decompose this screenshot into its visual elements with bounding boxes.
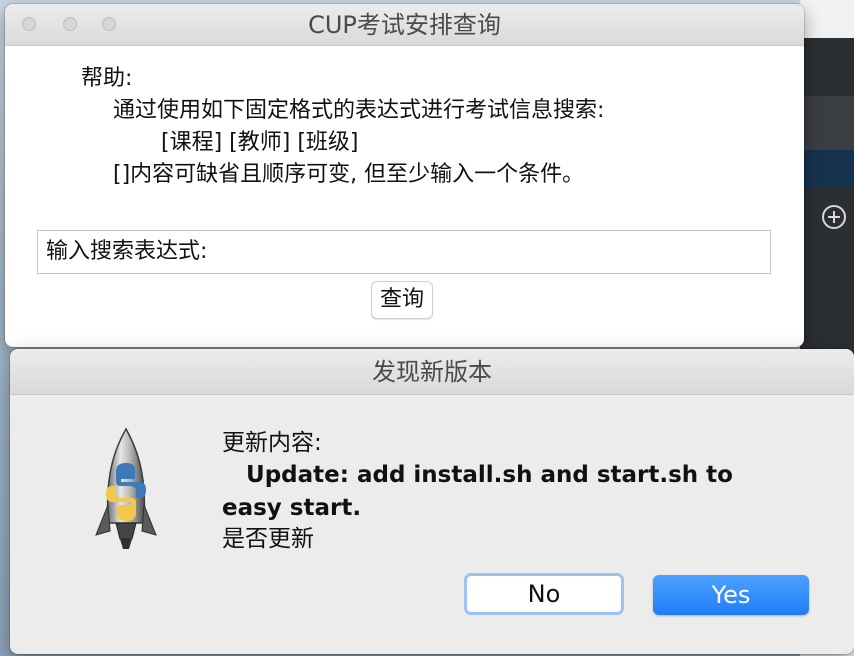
dialog-title: 发现新版本 xyxy=(10,349,854,395)
background-window-toolbar xyxy=(800,96,854,229)
help-note: []内容可缺省且顺序可变, 但至少输入一个条件。 xyxy=(113,162,585,187)
background-window-titlebar xyxy=(800,0,854,38)
help-format: [课程] [教师] [班级] xyxy=(161,130,359,155)
no-button[interactable]: No xyxy=(464,573,624,615)
window-titlebar: CUP考试安排查询 xyxy=(5,4,804,46)
help-title: 帮助: xyxy=(81,66,133,91)
update-question: 是否更新 xyxy=(222,526,314,552)
search-input[interactable]: 输入搜索表达式: xyxy=(37,230,771,274)
update-heading: 更新内容: xyxy=(222,430,322,456)
update-dialog: 发现新版本 更新内容: Update: add install.sh and s… xyxy=(10,349,854,654)
window-title: CUP考试安排查询 xyxy=(308,11,501,39)
add-circle-icon[interactable] xyxy=(822,205,846,229)
query-button[interactable]: 查询 xyxy=(371,281,433,319)
help-description: 通过使用如下固定格式的表达式进行考试信息搜索: xyxy=(113,98,605,123)
python-launcher-rocket-icon xyxy=(95,427,157,549)
exam-query-window: CUP考试安排查询 帮助: 通过使用如下固定格式的表达式进行考试信息搜索: [课… xyxy=(5,4,804,347)
background-window-selection xyxy=(800,150,854,188)
yes-button[interactable]: Yes xyxy=(653,575,809,615)
update-details: Update: add install.sh and start.sh to e… xyxy=(222,462,741,521)
